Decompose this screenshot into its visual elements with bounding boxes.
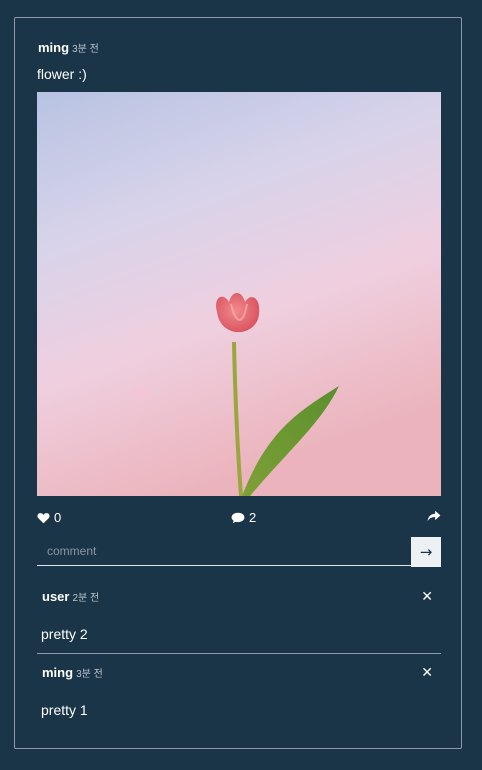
comment-author[interactable]: user [42, 589, 69, 604]
comment-header: user 2분 전 [42, 589, 99, 604]
comment-item: user 2분 전 ✕ pretty 2 [37, 589, 441, 654]
delete-comment-button[interactable]: ✕ [421, 665, 433, 681]
like-count: 0 [54, 510, 62, 525]
submit-comment-button[interactable]: → [411, 537, 441, 567]
comment-time: 2분 전 [72, 593, 100, 604]
comment-input[interactable] [37, 537, 411, 566]
post-author[interactable]: ming [38, 40, 69, 55]
post-time: 3분 전 [72, 44, 99, 55]
comment-author[interactable]: ming [42, 665, 73, 680]
speech-bubble-icon [231, 512, 245, 523]
like-button[interactable]: 0 [37, 510, 61, 525]
comment-count: 2 [249, 510, 257, 525]
share-arrow-icon [427, 510, 441, 522]
post-actions: 0 2 [37, 510, 441, 528]
heart-icon [37, 512, 50, 523]
post-header: ming 3분 전 [38, 40, 99, 55]
comment-text: pretty 2 [41, 626, 88, 642]
comment-text: pretty 1 [41, 702, 88, 718]
comments-toggle[interactable]: 2 [231, 510, 256, 525]
comment-form: → [37, 537, 441, 567]
comment-time: 3분 전 [76, 669, 103, 680]
share-button[interactable] [427, 510, 441, 522]
post-caption: flower :) [37, 66, 87, 82]
delete-comment-button[interactable]: ✕ [421, 589, 433, 605]
comment-header: ming 3분 전 [42, 665, 103, 680]
post-card: ming 3분 전 flower :) 0 2 comment → user 2… [14, 17, 462, 749]
comment-item: ming 3분 전 ✕ pretty 1 [37, 665, 441, 729]
post-image [37, 92, 441, 496]
